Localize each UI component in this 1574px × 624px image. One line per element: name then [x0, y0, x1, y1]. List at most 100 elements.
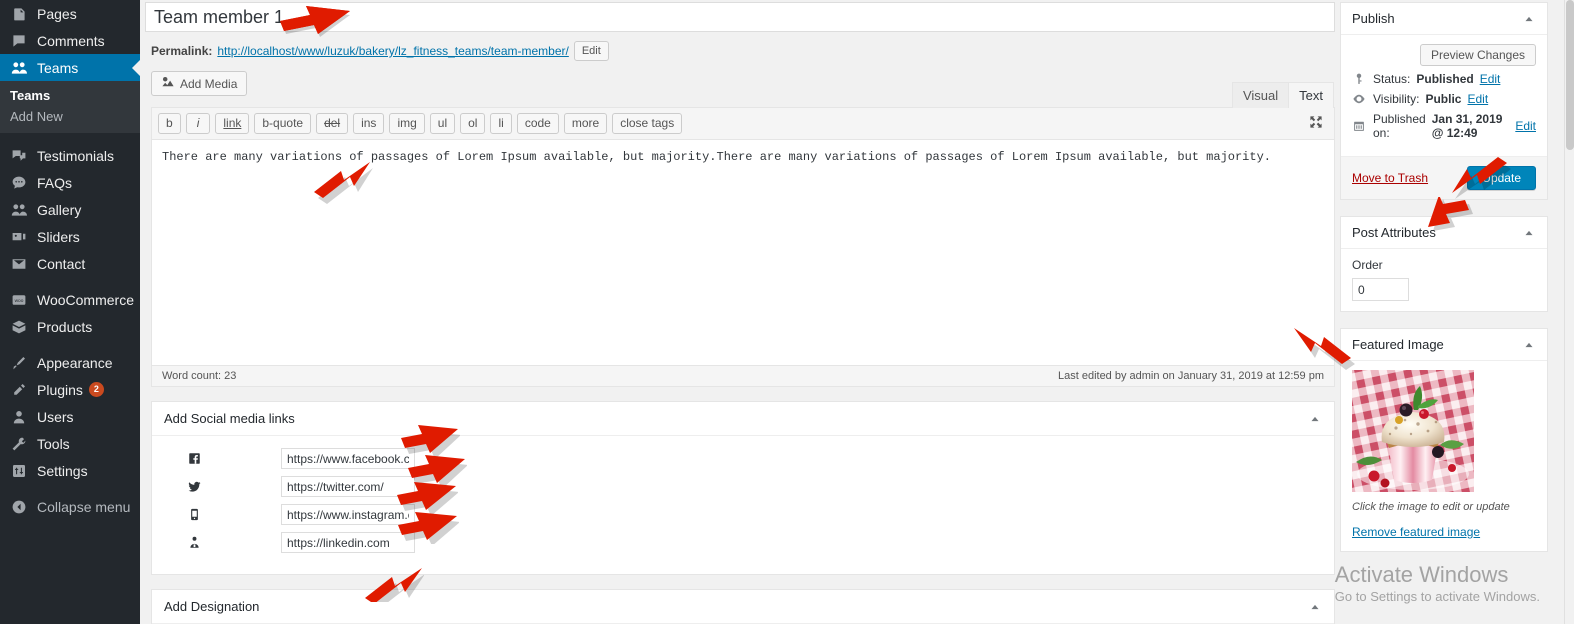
tab-text[interactable]: Text: [1288, 82, 1334, 108]
preview-row: Preview Changes: [1352, 44, 1536, 66]
visibility-row: Visibility: Public Edit: [1352, 92, 1536, 106]
quicktag-img[interactable]: img: [389, 113, 425, 134]
instagram-icon: [164, 507, 224, 522]
contact-icon: [10, 255, 28, 273]
sidebar-item-comments[interactable]: Comments: [0, 27, 140, 54]
sidebar-item-users[interactable]: Users: [0, 403, 140, 430]
featured-image-hint: Click the image to edit or update: [1352, 501, 1510, 513]
scrollbar-thumb[interactable]: [1566, 0, 1574, 150]
status-label: Status:: [1373, 72, 1411, 86]
collapse-icon: [10, 498, 28, 516]
quicktag-ol[interactable]: ol: [460, 113, 486, 134]
quicktag-code[interactable]: code: [516, 113, 559, 134]
add-media-button[interactable]: Add Media: [151, 71, 248, 96]
edit-published-link[interactable]: Edit: [1515, 119, 1536, 133]
svg-text:woo: woo: [15, 299, 24, 304]
sidebar-item-label: Teams: [37, 59, 79, 76]
chevron-up-icon[interactable]: [1308, 412, 1322, 426]
add-media-icon: [161, 75, 175, 92]
post-status-info: Word count: 23 Last edited by admin on J…: [152, 365, 1334, 386]
facebook-field-row: [164, 448, 1322, 469]
twitter-url-input[interactable]: [281, 476, 415, 497]
quicktag-del[interactable]: del: [316, 113, 349, 134]
designation-metabox-header: Add Designation: [152, 590, 1334, 624]
featured-image-header: Featured Image: [1341, 329, 1547, 361]
published-on-label: Published on:: [1373, 112, 1426, 140]
quicktag-b-quote[interactable]: b-quote: [254, 113, 312, 134]
key-icon: [1352, 72, 1367, 86]
featured-image-thumbnail[interactable]: [1352, 370, 1474, 492]
chevron-up-icon[interactable]: [1522, 12, 1536, 26]
sidebar-item-tools[interactable]: Tools: [0, 430, 140, 457]
sidebar-separator: [0, 484, 140, 493]
tab-visual[interactable]: Visual: [1231, 82, 1290, 108]
order-label: Order: [1352, 258, 1383, 272]
sidebar-item-label: Contact: [37, 255, 86, 272]
quicktag-close-tags[interactable]: close tags: [612, 113, 683, 134]
linkedin-icon: [164, 535, 224, 550]
facebook-url-input[interactable]: [281, 448, 415, 469]
sidebar-item-sliders[interactable]: Sliders: [0, 223, 140, 250]
instagram-url-input[interactable]: [281, 504, 415, 525]
preview-changes-button[interactable]: Preview Changes: [1419, 44, 1536, 66]
sidebar-item-pages[interactable]: Pages: [0, 0, 140, 27]
facebook-icon: [164, 451, 224, 466]
sidebar-item-settings[interactable]: Settings: [0, 457, 140, 484]
quicktag-ul[interactable]: ul: [429, 113, 456, 134]
featured-image-box: Featured Image Click the image to edit o…: [1340, 328, 1548, 552]
sidebar-item-label: Testimonials: [37, 147, 115, 164]
chevron-up-icon[interactable]: [1522, 226, 1536, 240]
editor-mode-tabs: Visual Text: [1231, 82, 1334, 108]
sidebar-item-teams[interactable]: Teams: [0, 54, 140, 81]
remove-featured-image-link[interactable]: Remove featured image: [1352, 525, 1480, 539]
move-to-trash-link[interactable]: Move to Trash: [1352, 171, 1428, 185]
designation-metabox-title: Add Designation: [164, 599, 260, 614]
edit-permalink-button[interactable]: Edit: [573, 41, 609, 61]
quicktag-link[interactable]: link: [215, 113, 250, 134]
quicktags-toolbar: b i link b-quote del ins img ul ol li co…: [152, 108, 1334, 140]
linkedin-url-input[interactable]: [281, 532, 415, 553]
sidebar-item-appearance[interactable]: Appearance: [0, 349, 140, 376]
publish-box-title: Publish: [1352, 11, 1395, 26]
sidebar-item-contact[interactable]: Contact: [0, 250, 140, 277]
quicktag-i[interactable]: i: [185, 113, 211, 134]
sidebar-item-woocommerce[interactable]: woo WooCommerce: [0, 286, 140, 313]
sidebar-item-products[interactable]: Products: [0, 313, 140, 340]
post-editor: Visual Text b i link b-quote del ins img…: [151, 82, 1335, 387]
quicktag-b[interactable]: b: [158, 113, 181, 134]
fullscreen-icon[interactable]: [1308, 114, 1324, 130]
featured-image-inner: Click the image to edit or update Remove…: [1341, 361, 1547, 551]
sidebar-item-label: Pages: [37, 5, 77, 22]
sidebar-item-label: FAQs: [37, 174, 73, 191]
post-content-textarea[interactable]: There are many variations of passages of…: [152, 140, 1334, 360]
order-input[interactable]: [1352, 278, 1409, 301]
sidebar-item-collapse-menu[interactable]: Collapse menu: [0, 493, 140, 520]
sidebar-subitem-teams[interactable]: Teams: [0, 85, 140, 106]
edit-visibility-link[interactable]: Edit: [1467, 92, 1488, 106]
post-title-input[interactable]: [145, 2, 1335, 32]
quicktag-more[interactable]: more: [563, 113, 608, 134]
sidebar-item-label: Comments: [37, 32, 105, 49]
last-edited-info: Last edited by admin on January 31, 2019…: [1057, 370, 1324, 382]
edit-status-link[interactable]: Edit: [1480, 72, 1501, 86]
publish-box-inner: Preview Changes Status: Published Edit V…: [1341, 35, 1547, 156]
sidebar-item-testimonials[interactable]: Testimonials: [0, 142, 140, 169]
linkedin-field-row: [164, 532, 1322, 553]
sidebar-item-faqs[interactable]: FAQs: [0, 169, 140, 196]
permalink-url-link[interactable]: http://localhost/www/luzuk/bakery/lz_fit…: [217, 44, 568, 58]
sidebar-subitem-add-new[interactable]: Add New: [0, 106, 140, 127]
quicktag-li[interactable]: li: [490, 113, 512, 134]
quicktag-ins[interactable]: ins: [353, 113, 385, 134]
social-media-metabox-body: [152, 436, 1334, 574]
chevron-up-icon[interactable]: [1522, 338, 1536, 352]
plugins-icon: [10, 381, 28, 399]
twitter-field-row: [164, 476, 1322, 497]
page-scrollbar[interactable]: [1564, 0, 1574, 624]
sliders-icon: [10, 228, 28, 246]
sidebar-item-gallery[interactable]: Gallery: [0, 196, 140, 223]
chevron-up-icon[interactable]: [1308, 600, 1322, 614]
update-button[interactable]: Update: [1467, 166, 1536, 190]
published-on-value: Jan 31, 2019 @ 12:49: [1431, 112, 1503, 140]
sidebar-item-plugins[interactable]: Plugins 2: [0, 376, 140, 403]
instagram-field-row: [164, 504, 1322, 525]
